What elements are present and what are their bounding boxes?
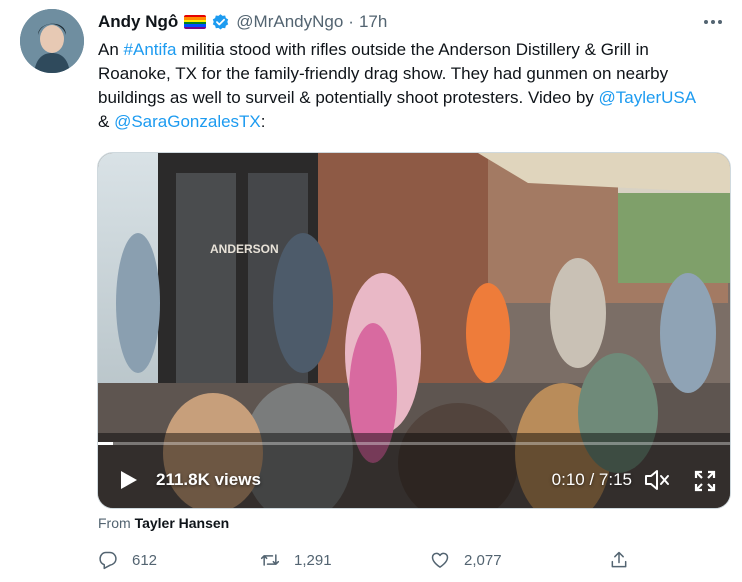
share-button[interactable]	[609, 550, 643, 570]
tweet-text-part: :	[260, 112, 266, 131]
mention-link[interactable]: @SaraGonzalesTX	[114, 112, 261, 131]
like-count: 2,077	[464, 551, 502, 569]
reply-icon	[99, 551, 117, 570]
tweet-text-part: &	[98, 112, 115, 131]
retweet-button[interactable]: 1,291	[260, 550, 332, 570]
attribution-source-link[interactable]: Tayler Hansen	[135, 515, 230, 531]
author-name[interactable]: Andy Ngô	[98, 12, 178, 32]
verified-badge-icon	[213, 13, 229, 30]
play-icon[interactable]	[120, 470, 138, 490]
pride-flag-icon	[184, 15, 207, 29]
retweet-count: 1,291	[294, 551, 332, 569]
sign-text: ANDERSON	[210, 242, 279, 256]
share-icon	[611, 551, 627, 568]
hashtag-link[interactable]: #Antifa	[124, 40, 177, 59]
fullscreen-icon[interactable]	[694, 470, 716, 492]
retweet-icon	[260, 554, 280, 566]
more-icon[interactable]	[700, 12, 726, 32]
separator-dot: ·	[348, 12, 354, 31]
author-handle[interactable]: @MrAndyNgo	[236, 12, 343, 32]
mention-link[interactable]: @TaylerUSA	[599, 88, 696, 107]
avatar-image	[20, 9, 84, 73]
view-count: 211.8K views	[156, 470, 261, 489]
tweet-text-part: militia stood with rifles outside the An…	[98, 40, 669, 107]
tweet-timestamp[interactable]: 17h	[359, 12, 387, 32]
like-icon	[431, 552, 449, 568]
tweet-actions: 612 1,291 2,077	[98, 550, 658, 574]
volume-icon[interactable]	[644, 468, 672, 492]
author-avatar[interactable]	[20, 9, 84, 73]
reply-button[interactable]: 612	[98, 550, 157, 570]
like-button[interactable]: 2,077	[430, 550, 502, 570]
tweet-text-part: An	[98, 40, 124, 59]
reply-count: 612	[132, 551, 158, 569]
video-frame: ANDERSON	[98, 153, 730, 508]
video-attribution: From Tayler Hansen	[98, 515, 229, 531]
video-player[interactable]: ANDERSON 211.8K views 0:10 / 7:15	[97, 152, 731, 509]
video-timecode: 0:10 / 7:15	[551, 470, 632, 489]
tweet-header: Andy Ngô @MrAndyNgo · 17h	[98, 10, 387, 34]
video-progress-bar[interactable]	[98, 442, 730, 445]
tweet-text: An #Antifa militia stood with rifles out…	[98, 38, 708, 134]
attribution-prefix: From	[98, 515, 135, 531]
video-progress-fill	[98, 442, 113, 445]
